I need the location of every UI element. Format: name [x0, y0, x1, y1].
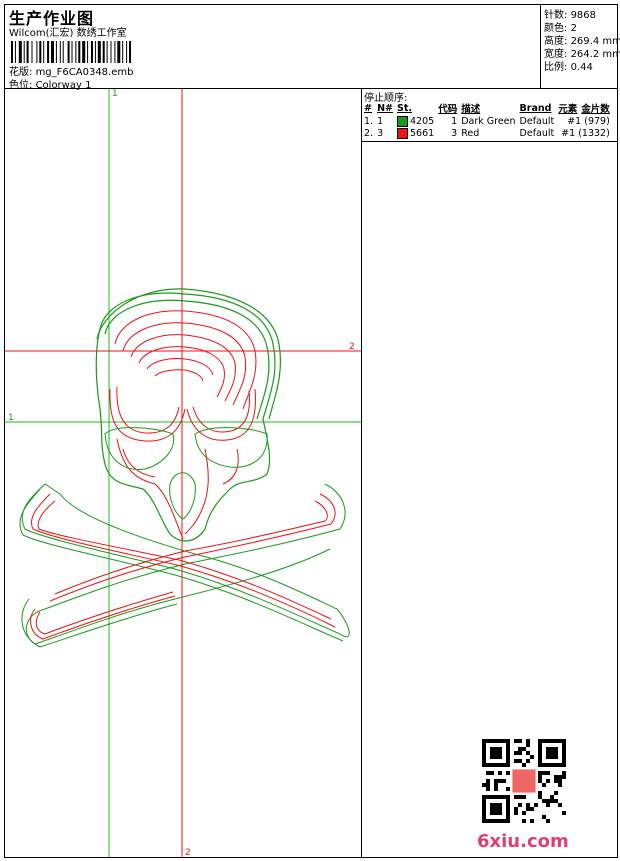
col-brand: Brand	[519, 102, 552, 114]
skull-embroidery-image: 1 1 2 2	[5, 89, 361, 858]
col-sequins: 金片数	[581, 104, 610, 115]
guide-label-top: 1	[112, 89, 118, 99]
col-needle: N#	[377, 102, 393, 114]
watermark: 6xiu.com	[477, 831, 569, 852]
guide-label-right: 2	[349, 342, 355, 352]
table-row: 1. 1 4205 1 Dark Green Default #1 (979)	[364, 115, 610, 127]
qr-code	[482, 739, 566, 823]
color-swatch	[397, 115, 408, 127]
col-code: 代码	[438, 104, 458, 115]
design-preview: 1 1 2 2	[5, 89, 361, 858]
studio-name: Wilcom(汇宏) 数绣工作室	[9, 28, 127, 39]
color-swatch	[397, 127, 408, 139]
stop-sequence-panel: 停止顺序: # N# St. 代码 描述 Brand 元素 金片数 1. 1 4…	[362, 89, 617, 857]
table-divider	[362, 141, 617, 142]
col-stitches: St.	[397, 102, 412, 114]
table-header-row: # N# St. 代码 描述 Brand 元素 金片数	[362, 101, 612, 116]
header-left: 生产作业图 Wilcom(汇宏) 数绣工作室 花版: mg_F6CA0348.e…	[5, 5, 540, 91]
table-row: 2. 3 5661 3 Red Default #1 (1332)	[364, 127, 610, 139]
stats-panel: 针数: 9868 颜色: 2 高度: 269.4 mm 宽度: 264.2 mm…	[540, 5, 620, 89]
barcode	[11, 41, 131, 63]
stop-sequence-table: # N# St. 代码 描述 Brand 元素 金片数 1. 1 4205 1 …	[362, 101, 612, 139]
col-description: 描述	[461, 104, 481, 115]
stat-scale: 比例: 0.44	[544, 62, 593, 73]
seal-stamp-icon	[512, 769, 536, 793]
col-elements: 元素	[558, 104, 578, 115]
col-index: #	[364, 102, 372, 114]
guide-label-bottom: 2	[185, 848, 191, 857]
guide-label-left: 1	[8, 413, 14, 423]
